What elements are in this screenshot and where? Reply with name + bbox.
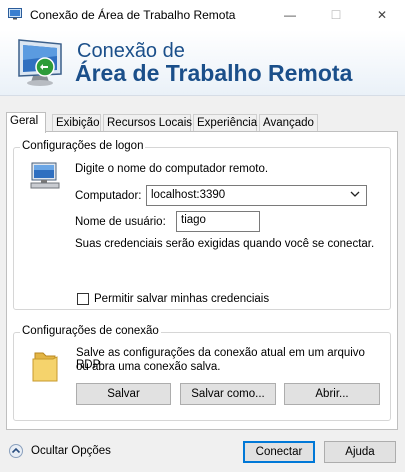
banner-title-line2: Área de Trabalho Remota: [75, 60, 353, 86]
open-button[interactable]: Abrir...: [284, 383, 380, 405]
tab-avancado[interactable]: Avançado: [259, 114, 318, 132]
close-button[interactable]: ✕: [359, 0, 405, 30]
chevron-up-icon[interactable]: [9, 444, 23, 458]
folder-icon: [32, 352, 58, 382]
hide-options-link[interactable]: Ocultar Opções: [31, 445, 111, 457]
connection-settings-title: Configurações de conexão: [20, 325, 161, 337]
logon-settings-title: Configurações de logon: [20, 140, 146, 152]
computer-label: Computador:: [75, 190, 142, 202]
close-icon: ✕: [376, 8, 388, 22]
save-as-button[interactable]: Salvar como...: [180, 383, 276, 405]
window-title: Conexão de Área de Trabalho Remota: [30, 8, 236, 22]
help-button[interactable]: Ajuda: [324, 441, 396, 463]
save-button[interactable]: Salvar: [76, 383, 171, 405]
computer-value: localhost:3390: [151, 189, 226, 201]
tab-panel-geral: Configurações de logon Digite o nome do …: [6, 131, 398, 430]
username-label: Nome de usuário:: [75, 216, 166, 228]
save-credentials-label[interactable]: Permitir salvar minhas credenciais: [94, 293, 269, 305]
connection-settings-group: Configurações de conexão Salve as config…: [13, 325, 391, 421]
connection-description-line2: ou abra uma conexão salva.: [76, 361, 221, 373]
maximize-button[interactable]: ☐: [313, 0, 359, 30]
maximize-icon: ☐: [330, 8, 342, 22]
tab-exibicao[interactable]: Exibição: [52, 114, 101, 132]
credentials-note: Suas credenciais serão exigidas quando v…: [75, 238, 375, 250]
computer-icon: [30, 162, 60, 189]
remote-desktop-icon: [18, 39, 62, 86]
tab-experiencia[interactable]: Experiência: [193, 114, 257, 132]
save-credentials-checkbox[interactable]: [77, 293, 89, 305]
intro-text: Digite o nome do computador remoto.: [75, 163, 269, 175]
logon-settings-group: Configurações de logon Digite o nome do …: [13, 140, 391, 310]
title-bar: Conexão de Área de Trabalho Remota — ☐ ✕: [0, 0, 405, 30]
remote-desktop-icon: [8, 8, 22, 20]
minimize-icon: —: [284, 8, 296, 22]
tab-geral[interactable]: Geral: [6, 112, 46, 133]
minimize-button[interactable]: —: [267, 0, 313, 30]
connect-button[interactable]: Conectar: [243, 441, 315, 463]
computer-combobox[interactable]: localhost:3390: [146, 185, 367, 206]
chevron-down-icon[interactable]: [350, 190, 360, 198]
tab-recursos-locais[interactable]: Recursos Locais: [103, 114, 192, 132]
username-field[interactable]: tiago: [176, 211, 260, 232]
header-banner: Conexão de Área de Trabalho Remota: [0, 30, 405, 96]
